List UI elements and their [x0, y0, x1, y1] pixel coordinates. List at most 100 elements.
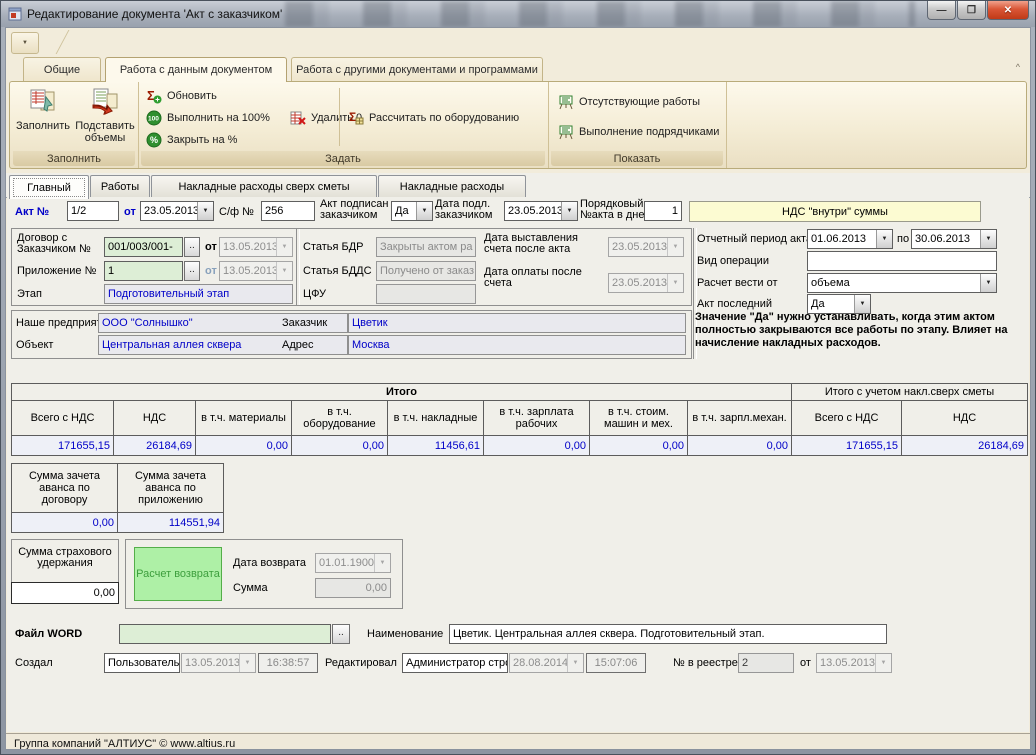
payment-after-label: Дата оплаты после счета — [484, 267, 608, 289]
annex-browse-button[interactable]: .. — [184, 261, 200, 281]
sigma-table-icon: Σ — [348, 110, 364, 126]
calc-from-combo[interactable]: объема▼ — [807, 273, 997, 293]
chevron-down-icon: ▼ — [22, 40, 28, 46]
period-from-value: 01.06.2013 — [808, 230, 876, 248]
ribbon-tab-other-documents[interactable]: Работа с другими документами и программа… — [291, 57, 543, 81]
contract-from-label: от — [205, 241, 217, 253]
act-signed-value: Да — [392, 202, 416, 220]
annex-date-value: 13.05.2013 — [220, 262, 276, 280]
tab-raboty[interactable]: Работы — [90, 175, 150, 197]
created-time-field: 16:38:57 — [258, 653, 318, 673]
col-header: НДС — [114, 401, 196, 436]
ordinal-label: Порядковый №акта в дне — [580, 199, 646, 221]
total-cell: 0,00 — [484, 436, 590, 456]
background-window-blur — [251, 1, 915, 27]
chevron-down-icon: ▼ — [561, 202, 577, 220]
act-no-input[interactable] — [67, 201, 119, 221]
substitute-volumes-button[interactable]: Подставить объемы — [74, 85, 136, 149]
total-cell: 0,00 — [292, 436, 388, 456]
chevron-down-icon: ▼ — [374, 554, 390, 572]
missing-works-button[interactable]: Отсутствующие работы — [558, 92, 700, 112]
col-header: в т.ч. оборудование — [292, 401, 388, 436]
total-cell: 26184,69 — [114, 436, 196, 456]
substitute-volumes-label: Подставить объемы — [74, 120, 136, 144]
word-file-field[interactable] — [119, 624, 331, 644]
registry-date-combo: 13.05.2013▼ — [816, 653, 892, 673]
total-cell: 26184,69 — [902, 436, 1028, 456]
main-form: Акт № от 23.05.2013▼ С/ф № Акт подписан … — [7, 197, 1029, 732]
total-cell: 0,00 — [196, 436, 292, 456]
period-from-combo[interactable]: 01.06.2013▼ — [807, 229, 893, 249]
tab-overheads-above-estimate[interactable]: Накладные расходы сверх сметы — [151, 175, 377, 197]
ribbon-tab-current-document[interactable]: Работа с данным документом — [105, 57, 287, 82]
retention-value-field[interactable]: 0,00 — [11, 582, 119, 604]
close-button[interactable]: ✕ — [987, 1, 1029, 20]
calc-by-equipment-button[interactable]: Σ Рассчитать по оборудованию — [348, 108, 519, 128]
maximize-button[interactable]: ❐ — [957, 1, 986, 20]
ribbon-panel: Заполнить Подставить объемы Заполнить — [9, 81, 1027, 169]
refresh-button[interactable]: Σ Обновить — [146, 86, 217, 106]
close-icon: ✕ — [1004, 5, 1012, 16]
calc-from-label: Расчет вести от — [697, 277, 778, 289]
close-percent-button[interactable]: % Закрыть на % — [146, 130, 237, 150]
doc-name-input[interactable] — [449, 624, 887, 644]
fill-button[interactable]: Заполнить — [12, 85, 74, 149]
ordinal-input[interactable] — [644, 201, 682, 221]
last-act-label: Акт последний — [697, 298, 772, 310]
advance-header: Сумма зачета аванса по договору — [12, 464, 118, 513]
created-by-field: Пользователь с — [104, 653, 180, 673]
chevron-down-icon: ▼ — [239, 654, 255, 672]
advances-table: Сумма зачета аванса по договору Сумма за… — [11, 463, 224, 533]
return-date-label: Дата возврата — [233, 557, 306, 569]
signed-date-value: 23.05.2013 — [505, 202, 561, 220]
fill-button-label: Заполнить — [16, 120, 70, 132]
subcontractor-execution-button[interactable]: Выполнение подрядчиками — [558, 122, 719, 142]
maximize-icon: ❐ — [967, 5, 976, 16]
ribbon-tab-obshchie[interactable]: Общие — [23, 57, 101, 81]
delete-zero-icon — [290, 110, 306, 126]
tab-glavny[interactable]: Главный — [9, 175, 89, 199]
annex-date-combo: 13.05.2013▼ — [219, 261, 293, 281]
missing-works-label: Отсутствующие работы — [579, 96, 700, 108]
totals-overhead-group-header: Итого с учетом накл.сверх сметы — [792, 384, 1028, 401]
word-file-label: Файл WORD — [15, 628, 82, 640]
ribbon-group-fill: Заполнить Подставить объемы Заполнить — [10, 82, 139, 168]
registry-no-field: 2 — [738, 653, 794, 673]
stage-field: Подготовительный этап — [104, 284, 293, 304]
totals-table: Итого Итого с учетом накл.сверх сметы Вс… — [11, 383, 1028, 456]
act-signed-combo[interactable]: Да▼ — [391, 201, 433, 221]
status-text: Группа компаний "АЛТИУС" © www.altius.ru — [14, 738, 235, 750]
act-date-combo[interactable]: 23.05.2013▼ — [140, 201, 214, 221]
invoice-no-input[interactable] — [261, 201, 315, 221]
operation-type-label: Вид операции — [697, 255, 769, 267]
substitute-volumes-icon — [90, 87, 120, 117]
complete-100-button[interactable]: 100 Выполнить на 100% — [146, 108, 270, 128]
contract-divider — [296, 229, 300, 305]
word-file-browse-button[interactable]: .. — [332, 624, 350, 644]
svg-text:%: % — [150, 135, 158, 145]
total-cell: 171655,15 — [12, 436, 114, 456]
registry-date-value: 13.05.2013 — [817, 654, 875, 672]
advance-cell: 0,00 — [12, 513, 118, 533]
signed-date-combo[interactable]: 23.05.2013▼ — [504, 201, 578, 221]
return-sum-label: Сумма — [233, 582, 268, 594]
last-act-note: Значение "Да" нужно устанавливать, когда… — [695, 311, 1021, 350]
return-calc-button[interactable]: Расчет возврата — [134, 547, 222, 601]
total-cell: 171655,15 — [792, 436, 902, 456]
annex-no-label: Приложение № — [17, 265, 96, 277]
minimize-button[interactable]: — — [927, 1, 956, 20]
chevron-down-icon: ▼ — [276, 238, 292, 256]
ribbon-collapse-icon[interactable]: ^ — [1016, 62, 1020, 72]
subcontractor-execution-label: Выполнение подрядчиками — [579, 126, 719, 138]
chevron-down-icon: ▼ — [980, 274, 996, 292]
tab-overheads[interactable]: Накладные расходы — [378, 175, 526, 197]
title-bar: Редактирование документа 'Акт с заказчик… — [1, 1, 1035, 27]
period-to-combo[interactable]: 30.06.2013▼ — [911, 229, 997, 249]
operation-type-input[interactable] — [807, 251, 997, 271]
complete-100-label: Выполнить на 100% — [167, 112, 270, 124]
contract-no-input[interactable] — [104, 237, 183, 257]
total-cell: 0,00 — [590, 436, 688, 456]
retention-label: Сумма страхового удержания — [16, 547, 114, 569]
contract-browse-button[interactable]: .. — [184, 237, 200, 257]
annex-no-input[interactable] — [104, 261, 183, 281]
